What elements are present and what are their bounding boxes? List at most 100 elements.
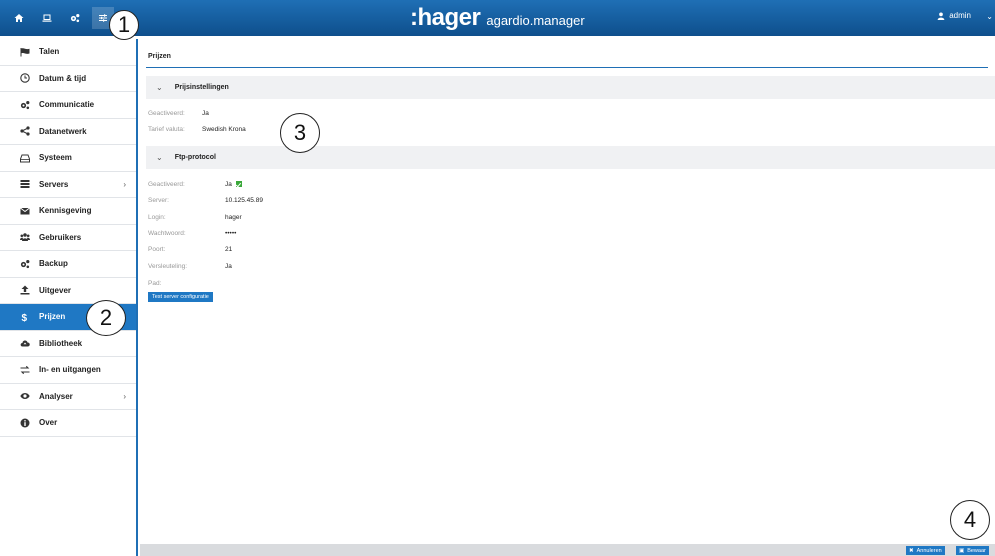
sidebar-item-uitgever[interactable]: Uitgever xyxy=(0,278,136,304)
cancel-button[interactable]: ✖ Annuleren xyxy=(906,546,945,555)
sidebar-item-communicatie[interactable]: Communicatie xyxy=(0,92,136,119)
eye-icon xyxy=(20,393,30,400)
user-menu[interactable]: admin xyxy=(937,11,971,20)
clock-icon xyxy=(20,73,30,83)
top-nav-icons xyxy=(8,0,120,36)
field-label: Versleuteling: xyxy=(148,262,188,270)
svg-text:$: $ xyxy=(22,313,28,322)
ftp-encryption-row: Versleuteling: Ja xyxy=(148,261,232,271)
field-value: 21 xyxy=(225,245,233,253)
field-value: Ja xyxy=(225,262,232,270)
save-icon: ▣ xyxy=(959,547,965,554)
footer-bar: ✖ Annuleren ▣ Bewaar xyxy=(140,544,995,556)
sidebar-item-gebruikers[interactable]: Gebruikers xyxy=(0,225,136,251)
share-icon xyxy=(20,126,30,136)
ftp-server-row: Server: 10.125.45.89 xyxy=(148,195,263,205)
sidebar-item-label: Datum & tijd xyxy=(39,73,87,83)
hdd-icon xyxy=(20,154,30,163)
section-title: Prijsinstellingen xyxy=(174,84,229,91)
callout-1: 1 xyxy=(109,10,139,40)
exchange-icon xyxy=(20,365,30,374)
close-icon: ✖ xyxy=(909,547,914,554)
server-icon xyxy=(20,180,30,189)
sidebar-item-label: Communicatie xyxy=(39,100,95,110)
gears-icon xyxy=(20,259,30,268)
tab-underline xyxy=(146,67,988,68)
flag-icon xyxy=(20,47,30,57)
envelope-icon xyxy=(20,207,30,215)
sidebar-item-in-en-uitgangen[interactable]: In- en uitgangen xyxy=(0,357,136,384)
chevron-right-icon: › xyxy=(123,179,126,189)
price-enabled-row: Geactiveerd: Ja xyxy=(148,108,209,118)
section-price-settings[interactable]: ⌄ Prijsinstellingen xyxy=(146,76,995,99)
field-value: ••••• xyxy=(225,229,237,237)
sidebar-item-talen[interactable]: Talen xyxy=(0,39,136,66)
sidebar-item-analyser[interactable]: Analyser › xyxy=(0,384,136,410)
tab-prijzen[interactable]: Prijzen xyxy=(148,53,171,60)
field-label: Login: xyxy=(148,213,166,221)
brand: :hager agardio.manager xyxy=(410,4,585,32)
field-label: Tarief valuta: xyxy=(148,125,185,133)
sidebar-item-label: Kennisgeving xyxy=(39,206,92,216)
sidebar-item-bibliotheek[interactable]: Bibliotheek xyxy=(0,331,136,357)
main-content: Prijzen ⌄ Prijsinstellingen Geactiveerd:… xyxy=(140,39,995,544)
dollar-icon: $ xyxy=(22,313,28,322)
chevron-right-icon: › xyxy=(123,391,126,401)
section-ftp-protocol[interactable]: ⌄ Ftp-protocol xyxy=(146,146,995,169)
top-bar: :hager agardio.manager admin ⌄ xyxy=(0,0,995,36)
ftp-path-row: Pad: xyxy=(148,278,161,288)
sidebar-item-label: Gebruikers xyxy=(39,232,82,242)
user-icon xyxy=(937,12,945,20)
sidebar-item-backup[interactable]: Backup xyxy=(0,251,136,278)
sidebar-item-label: Servers xyxy=(39,179,69,189)
save-label: Bewaar xyxy=(967,547,986,554)
sidebar-item-datum-tijd[interactable]: Datum & tijd xyxy=(0,66,136,92)
sidebar-item-kennisgeving[interactable]: Kennisgeving xyxy=(0,198,136,225)
chevron-down-icon: ⌄ xyxy=(156,83,163,92)
field-label: Wachtwoord: xyxy=(148,229,186,237)
field-value: Swedish Krona xyxy=(202,125,246,133)
section-title: Ftp-protocol xyxy=(174,154,216,161)
save-button[interactable]: ▣ Bewaar xyxy=(956,546,989,555)
sidebar: Talen Datum & tijd Communicatie Datanetw… xyxy=(0,39,138,556)
field-label: Server: xyxy=(148,196,169,204)
sidebar-item-label: Prijzen xyxy=(39,312,66,322)
gears-icon[interactable] xyxy=(64,7,86,29)
sidebar-item-label: Uitgever xyxy=(39,285,72,295)
sidebar-item-over[interactable]: Over xyxy=(0,410,136,437)
callout-3: 3 xyxy=(280,113,320,153)
field-label: Poort: xyxy=(148,245,166,253)
field-label: Geactiveerd: xyxy=(148,109,185,117)
check-icon xyxy=(235,181,242,187)
field-label: Geactiveerd: xyxy=(148,180,185,188)
home-icon[interactable] xyxy=(8,7,30,29)
cancel-label: Annuleren xyxy=(916,547,942,554)
test-server-button[interactable]: Test server configuratie xyxy=(148,292,213,302)
gears-icon xyxy=(20,100,30,109)
sidebar-item-label: Analyser xyxy=(39,391,73,401)
sidebar-item-label: In- en uitgangen xyxy=(39,365,101,375)
ftp-enabled-row: Geactiveerd: Ja xyxy=(148,179,242,189)
sidebar-item-label: Datanetwerk xyxy=(39,126,87,136)
chevron-down-icon: ⌄ xyxy=(156,153,163,162)
sidebar-item-label: Backup xyxy=(39,259,68,269)
users-icon xyxy=(20,233,30,242)
product-name: agardio.manager xyxy=(486,13,585,28)
sidebar-item-label: Over xyxy=(39,418,58,428)
chevron-down-icon[interactable]: ⌄ xyxy=(986,12,993,21)
sidebar-item-servers[interactable]: Servers › xyxy=(0,172,136,198)
sidebar-item-systeem[interactable]: Systeem xyxy=(0,145,136,172)
callout-2: 2 xyxy=(86,300,126,336)
ftp-port-row: Poort: 21 xyxy=(148,244,232,254)
sidebar-item-label: Bibliotheek xyxy=(39,338,83,348)
hager-logo: :hager xyxy=(410,4,481,31)
ftp-login-row: Login: hager xyxy=(148,212,242,222)
info-icon xyxy=(20,418,30,428)
price-currency-row: Tarief valuta: Swedish Krona xyxy=(148,124,246,134)
ftp-enabled-value: Ja xyxy=(225,181,232,188)
field-label: Pad: xyxy=(148,279,162,287)
sidebar-item-label: Systeem xyxy=(39,153,72,163)
laptop-icon[interactable] xyxy=(36,7,58,29)
field-value: hager xyxy=(225,213,242,221)
sidebar-item-datanetwerk[interactable]: Datanetwerk xyxy=(0,119,136,145)
